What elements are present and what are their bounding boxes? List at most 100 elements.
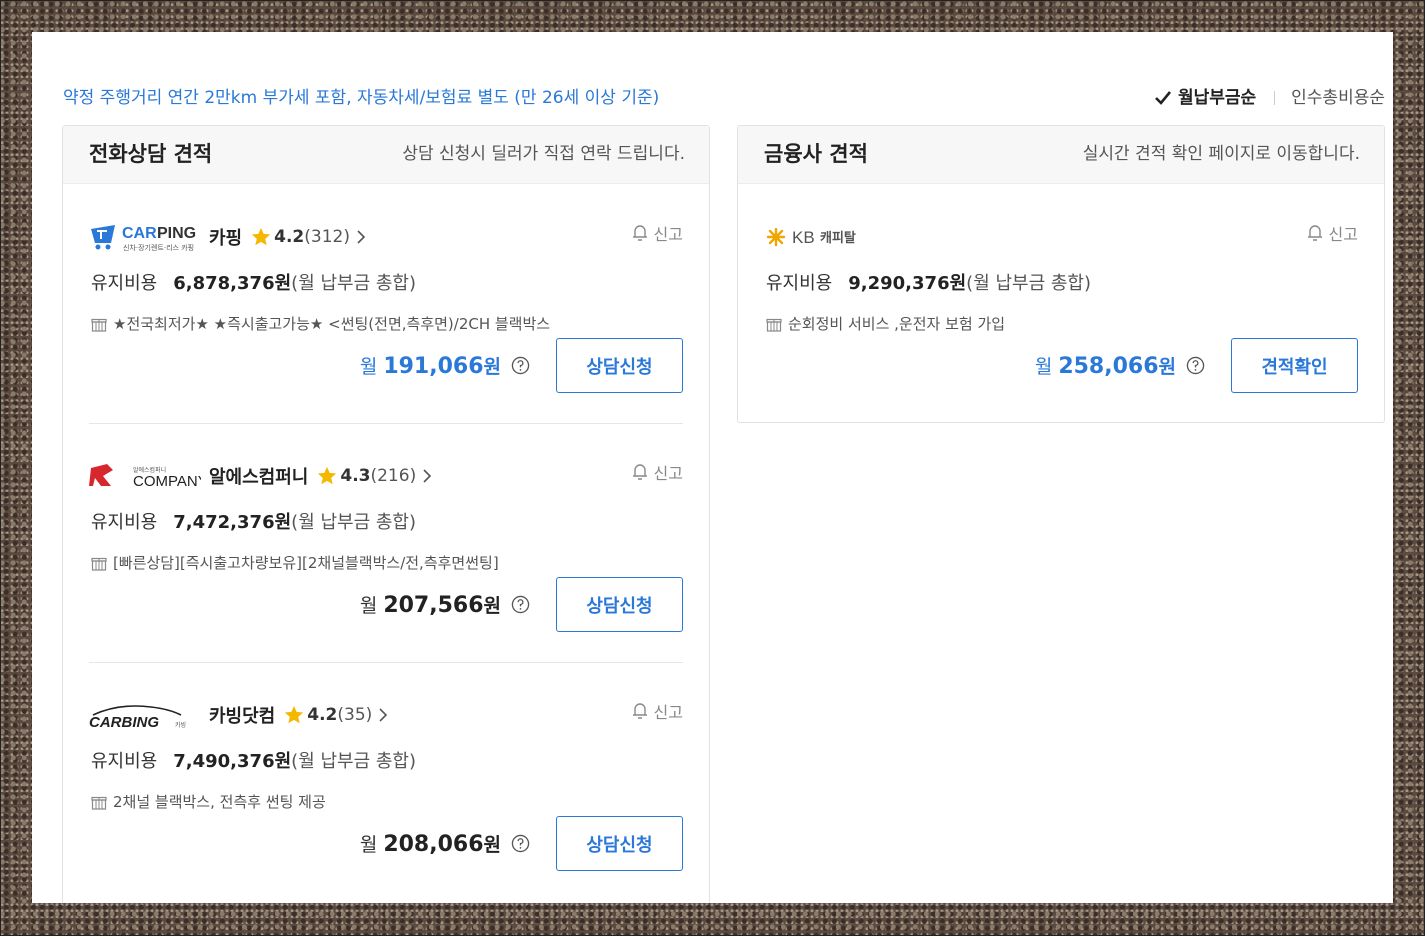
help-icon[interactable] (511, 595, 530, 614)
carping-logo-icon: CAR PING 신차·장기렌트·리스 카핑 (91, 225, 196, 252)
monthly-price: 207,566원 (383, 593, 501, 618)
cost-suffix: (월 납부금 총합) (291, 751, 417, 772)
consult-request-button[interactable]: 상담신청 (556, 816, 683, 871)
content-panel: 약정 주행거리 연간 2만km 부가세 포함, 자동차세/보험료 별도 (만 2… (32, 32, 1393, 903)
svg-text:PING: PING (157, 225, 196, 242)
svg-text:신차·장기렌트·리스 카핑: 신차·장기렌트·리스 카핑 (123, 243, 194, 252)
description-text: 순회정비 서비스 ,운전자 보험 가입 (788, 315, 1006, 333)
phone-quote-box: 전화상담 견적 상담 신청시 딜러가 직접 연락 드립니다. CAR PING … (62, 125, 710, 903)
monthly-price: 258,066원 (1058, 354, 1176, 379)
sort-divider (1274, 91, 1276, 105)
svg-text:COMPANY: COMPANY (133, 473, 201, 490)
help-icon[interactable] (511, 834, 530, 853)
cost-label: 유지비용 (91, 273, 158, 294)
sort-monthly-option[interactable]: 월납부금순 (1154, 86, 1256, 110)
finance-quote-subtitle: 실시간 견적 확인 페이지로 이동합니다. (1082, 144, 1360, 164)
rating-value: 4.2 (307, 705, 338, 725)
bell-icon (632, 464, 647, 480)
finance-quote-box: 금융사 견적 실시간 견적 확인 페이지로 이동합니다. KB 캐피탈 신고 유… (737, 125, 1385, 423)
finance-quote-title: 금융사 견적 (764, 142, 868, 166)
review-count[interactable]: (216) (370, 466, 416, 486)
dealer-name[interactable]: 카빙닷컴 (209, 702, 275, 728)
report-label: 신고 (1328, 225, 1358, 244)
price-row: 월 191,066원 상담신청 (360, 337, 683, 394)
finance-quote-header: 금융사 견적 실시간 견적 확인 페이지로 이동합니다. (738, 126, 1384, 184)
cost-value: 7,490,376원 (173, 751, 292, 772)
price-row: 월 207,566원 상담신청 (360, 576, 683, 633)
star-icon (318, 466, 337, 485)
phone-quote-title: 전화상담 견적 (89, 142, 213, 166)
dealer-card: CAR PING 신차·장기렌트·리스 카핑 카핑 4.2 (312) 신고 유… (89, 185, 683, 424)
cost-suffix: (월 납부금 총합) (966, 273, 1092, 294)
bell-icon (632, 225, 647, 241)
gift-icon (766, 318, 782, 332)
dealer-name[interactable]: 카핑 (209, 224, 242, 250)
consult-request-button[interactable]: 상담신청 (556, 577, 683, 632)
report-label: 신고 (653, 703, 683, 722)
cost-value: 9,290,376원 (848, 273, 967, 294)
chevron-right-icon[interactable] (356, 230, 366, 244)
bell-icon (1307, 225, 1322, 241)
dealer-card: 알에스컴퍼니 COMPANY 알에스컴퍼니 4.3 (216) 신고 유지비용 7… (89, 424, 683, 663)
description-text: 2채널 블랙박스, 전측후 썬팅 제공 (113, 793, 326, 811)
review-count[interactable]: (35) (337, 705, 372, 725)
per-month-label: 월 (359, 595, 378, 617)
carbing-logo[interactable]: CARBING 카빙 (89, 699, 201, 731)
svg-text:CARBING: CARBING (89, 714, 159, 731)
maintenance-cost: 유지비용 9,290,376원(월 납부금 총합) (766, 269, 1091, 295)
maintenance-cost: 유지비용 6,878,376원(월 납부금 총합) (91, 269, 416, 295)
cost-label: 유지비용 (91, 751, 158, 772)
price-row: 월 258,066원 견적확인 (1035, 337, 1358, 394)
help-icon[interactable] (1186, 356, 1205, 375)
gift-icon (91, 318, 107, 332)
star-icon (251, 227, 271, 246)
svg-text:카빙: 카빙 (175, 721, 186, 729)
dealer-card: CARBING 카빙 카빙닷컴 4.2 (35) 신고 유지비용 7,490,37… (89, 663, 683, 901)
phone-quote-subtitle: 상담 신청시 딜러가 직접 연락 드립니다. (402, 144, 685, 164)
dealer-description: [빠른상담][즉시출고차량보유][2채널블랙박스/전,측후면썬팅] (91, 552, 499, 573)
monthly-price: 208,066원 (383, 832, 501, 857)
sort-total-option[interactable]: 인수총비용순 (1291, 86, 1385, 110)
price-row: 월 208,066원 상담신청 (360, 815, 683, 872)
consult-request-button[interactable]: 상담신청 (556, 338, 683, 393)
rating-value: 4.3 (340, 466, 371, 486)
per-month-label: 월 (1034, 356, 1053, 378)
phone-quote-header: 전화상담 견적 상담 신청시 딜러가 직접 연락 드립니다. (63, 126, 709, 184)
rs-company-logo[interactable]: 알에스컴퍼니 COMPANY (89, 460, 201, 492)
gift-icon (91, 557, 107, 571)
quote-check-button[interactable]: 견적확인 (1231, 338, 1358, 393)
monthly-price: 191,066원 (383, 354, 501, 379)
report-button[interactable]: 신고 (632, 460, 683, 484)
svg-text:캐피탈: 캐피탈 (820, 231, 856, 246)
per-month-label: 월 (359, 356, 378, 378)
review-count[interactable]: (312) (304, 227, 350, 247)
dealer-description: ★전국최저가★ ★즉시출고가능★ <썬팅(전면,측후면)/2CH 블랙박스 (91, 313, 550, 334)
check-icon (1155, 91, 1171, 105)
dealer-name[interactable]: 알에스컴퍼니 (209, 463, 308, 489)
description-text: [빠른상담][즉시출고차량보유][2채널블랙박스/전,측후면썬팅] (113, 554, 499, 572)
gift-icon (91, 796, 107, 810)
report-button[interactable]: 신고 (632, 221, 683, 245)
top-bar: 약정 주행거리 연간 2만km 부가세 포함, 자동차세/보험료 별도 (만 2… (63, 86, 1385, 110)
chevron-right-icon[interactable] (378, 708, 388, 722)
cost-label: 유지비용 (91, 512, 158, 533)
report-button[interactable]: 신고 (1307, 221, 1358, 245)
finance-card: KB 캐피탈 신고 유지비용 9,290,376원(월 납부금 총합) 순회정비 … (764, 185, 1358, 423)
kb-capital-logo[interactable]: KB 캐피탈 (764, 221, 876, 253)
sort-monthly-label: 월납부금순 (1177, 88, 1257, 108)
svg-text:KB: KB (792, 228, 815, 247)
sort-options: 월납부금순 인수총비용순 (1154, 86, 1385, 110)
report-label: 신고 (653, 464, 683, 483)
cost-label: 유지비용 (766, 273, 833, 294)
dealer-description: 순회정비 서비스 ,운전자 보험 가입 (766, 313, 1005, 334)
carping-logo[interactable]: CAR PING 신차·장기렌트·리스 카핑 (89, 221, 201, 253)
bell-icon (632, 703, 647, 719)
rating-value: 4.2 (274, 227, 305, 247)
carbing-logo-icon: CARBING 카빙 (89, 705, 186, 731)
cost-value: 6,878,376원 (173, 273, 292, 294)
chevron-right-icon[interactable] (422, 469, 432, 483)
help-icon[interactable] (511, 356, 530, 375)
dealer-description: 2채널 블랙박스, 전측후 썬팅 제공 (91, 791, 326, 812)
rs-company-logo-icon: 알에스컴퍼니 COMPANY (89, 464, 201, 490)
report-button[interactable]: 신고 (632, 699, 683, 723)
